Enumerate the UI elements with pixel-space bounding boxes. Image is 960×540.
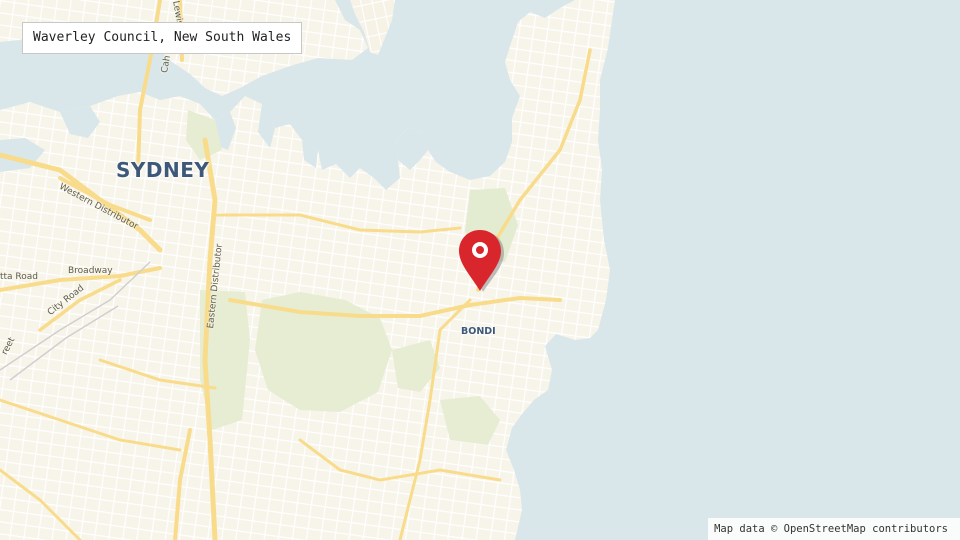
map-pin-icon[interactable] bbox=[456, 228, 506, 296]
city-label-sydney: SYDNEY bbox=[116, 158, 210, 182]
suburb-label-bondi: BONDI bbox=[461, 326, 496, 337]
map-attribution[interactable]: Map data © OpenStreetMap contributors bbox=[708, 518, 960, 540]
location-search-box[interactable]: Waverley Council, New South Wales bbox=[22, 22, 303, 54]
road-label-parramatta-road: tta Road bbox=[0, 272, 39, 282]
road-label-broadway: Broadway bbox=[68, 266, 113, 276]
map-view[interactable]: SYDNEY BONDI Western Distributor Broadwa… bbox=[0, 0, 960, 540]
